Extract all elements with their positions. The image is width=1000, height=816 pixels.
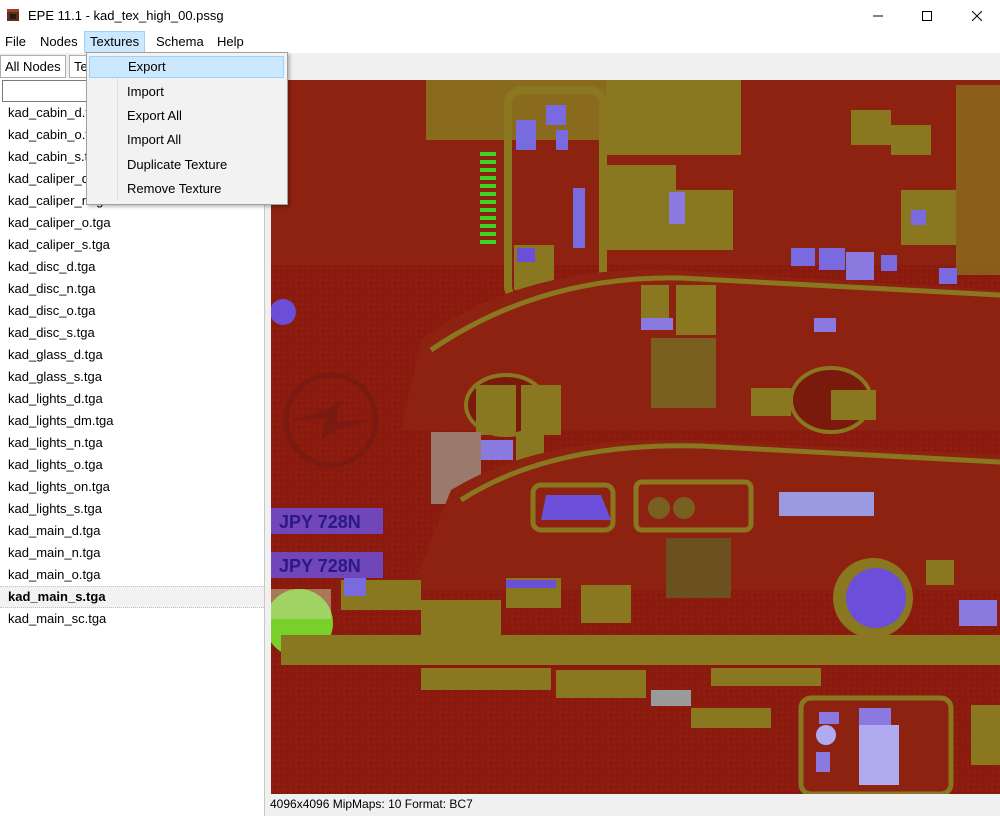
menu-help[interactable]: Help [212,31,249,53]
close-button[interactable] [954,0,1000,31]
list-item[interactable]: kad_caliper_o.tga [0,212,264,234]
menu-item-remove-texture[interactable]: Remove Texture [89,178,284,200]
list-item[interactable]: kad_lights_n.tga [0,432,264,454]
minimize-icon [873,15,883,16]
close-icon [972,10,982,21]
menu-item-export-all[interactable]: Export All [89,105,284,127]
maximize-icon [922,10,932,21]
menu-item-import-all[interactable]: Import All [89,129,284,151]
list-item[interactable]: kad_main_o.tga [0,564,264,586]
list-item[interactable]: kad_lights_dm.tga [0,410,264,432]
texture-info-text: 4096x4096 MipMaps: 10 Format: BC7 [270,797,473,811]
list-item[interactable]: kad_glass_d.tga [0,344,264,366]
minimize-button[interactable] [855,0,901,31]
plate-text-1: JPY 728N [279,512,361,532]
list-item[interactable]: kad_lights_s.tga [0,498,264,520]
list-item[interactable]: kad_main_d.tga [0,520,264,542]
list-item[interactable]: kad_caliper_s.tga [0,234,264,256]
menu-item-duplicate-texture[interactable]: Duplicate Texture [89,154,284,176]
list-item[interactable]: kad_disc_s.tga [0,322,264,344]
app-icon [7,9,19,21]
list-item[interactable]: kad_glass_s.tga [0,366,264,388]
list-item[interactable]: kad_main_sc.tga [0,608,264,630]
menu-bar: File Nodes Textures Schema Help [0,31,1000,53]
list-item[interactable]: kad_lights_d.tga [0,388,264,410]
texture-image: JPY 728N JPY 728N [271,80,1000,794]
menu-item-export[interactable]: Export [89,56,284,78]
list-item[interactable]: kad_disc_d.tga [0,256,264,278]
menu-item-import[interactable]: Import [89,81,284,103]
menu-file[interactable]: File [0,31,31,53]
list-item[interactable]: kad_disc_n.tga [0,278,264,300]
maximize-button[interactable] [904,0,950,31]
list-item[interactable]: kad_main_n.tga [0,542,264,564]
textures-dropdown-menu: Export Import Export All Import All Dupl… [86,52,288,205]
list-item[interactable]: kad_lights_o.tga [0,454,264,476]
list-item[interactable]: kad_lights_on.tga [0,476,264,498]
menu-nodes[interactable]: Nodes [35,31,83,53]
list-item-selected[interactable]: kad_main_s.tga [0,586,264,608]
plate-text-2: JPY 728N [279,556,361,576]
menu-schema[interactable]: Schema [151,31,209,53]
window-title: EPE 11.1 - kad_tex_high_00.pssg [28,8,224,23]
texture-preview[interactable]: JPY 728N JPY 728N [271,80,1000,794]
status-bar: 4096x4096 MipMaps: 10 Format: BC7 [266,794,1000,816]
list-item[interactable]: kad_disc_o.tga [0,300,264,322]
menu-textures[interactable]: Textures [84,31,146,53]
title-bar: EPE 11.1 - kad_tex_high_00.pssg [0,0,1000,31]
tab-all-nodes[interactable]: All Nodes [0,55,66,78]
